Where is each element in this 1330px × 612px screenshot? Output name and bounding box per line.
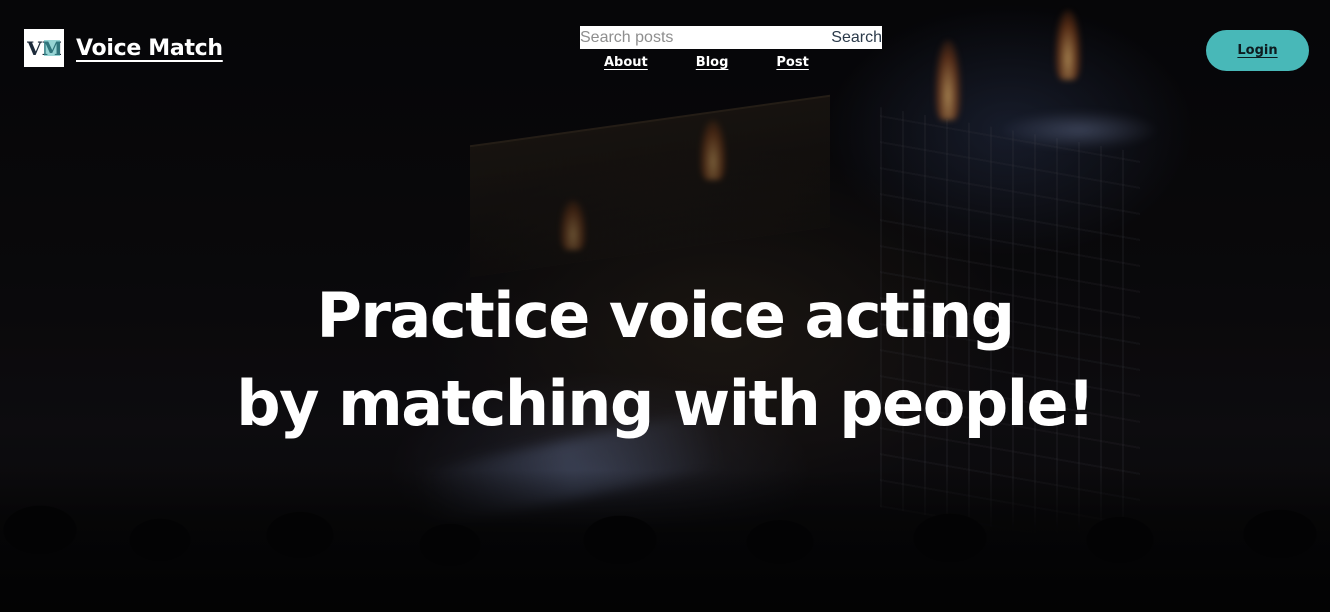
- hero-section: VM Voice Match Search About Blog Post Lo…: [0, 0, 1330, 612]
- hero-headline: Practice voice acting by matching with p…: [0, 272, 1330, 448]
- brand-name: Voice Match: [76, 35, 223, 61]
- home-link[interactable]: VM Voice Match: [24, 29, 223, 67]
- login-button[interactable]: Login: [1206, 30, 1309, 71]
- hero-headline-line-1: Practice voice acting: [316, 279, 1015, 352]
- hero-headline-line-2: by matching with people!: [236, 367, 1095, 440]
- nav-blog-link[interactable]: Blog: [696, 55, 729, 70]
- nav-post-link[interactable]: Post: [776, 55, 808, 70]
- main-nav: About Blog Post: [604, 55, 809, 70]
- search-button[interactable]: Search: [831, 29, 882, 47]
- search-form: Search: [580, 26, 882, 49]
- vm-logo-icon: VM: [24, 29, 64, 67]
- logo-accent: [44, 40, 60, 56]
- search-input[interactable]: [580, 26, 820, 49]
- nav-about-link[interactable]: About: [604, 55, 648, 70]
